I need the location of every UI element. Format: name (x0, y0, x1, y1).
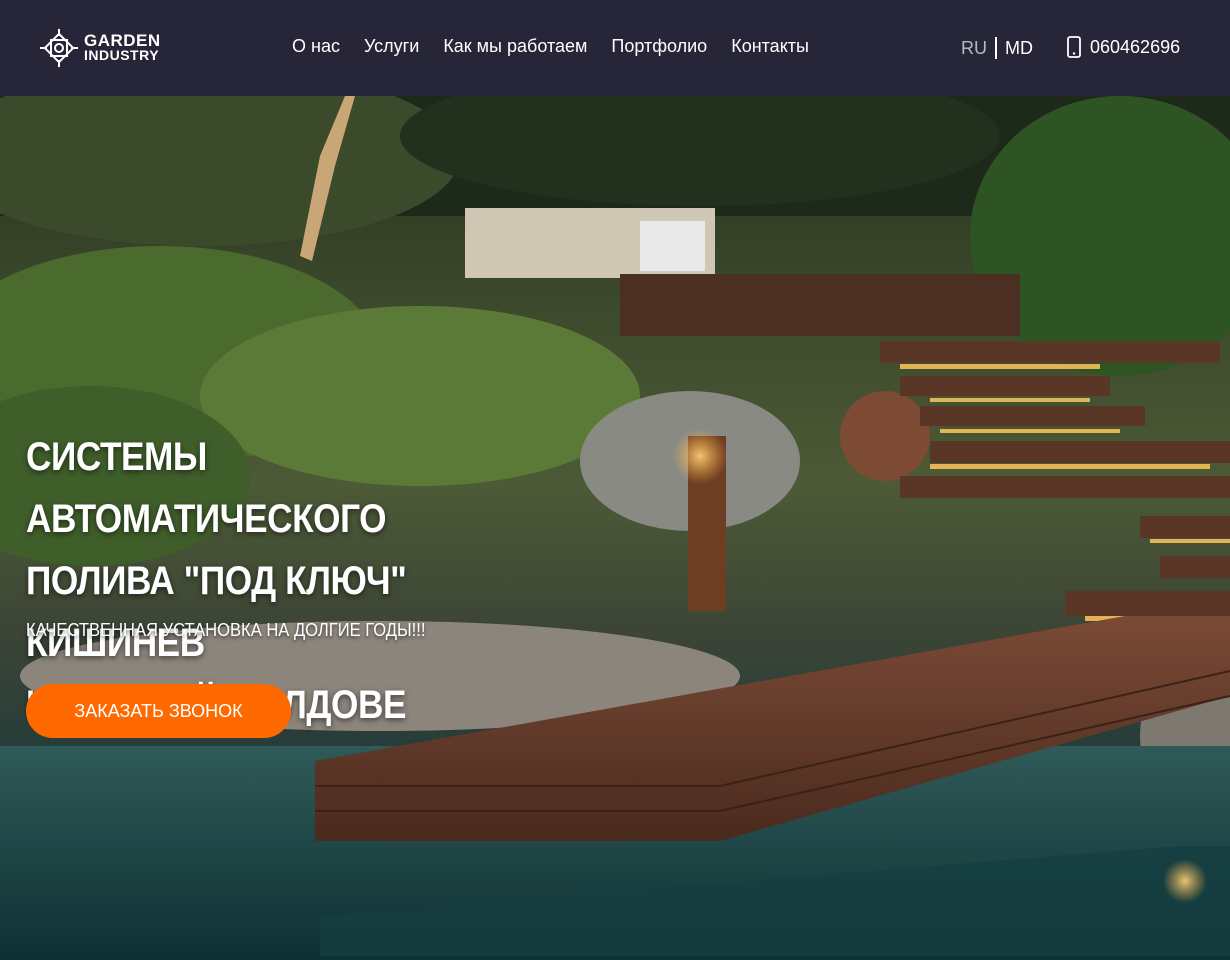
hero-title-line2: ПОЛИВА "ПОД КЛЮЧ" КИШИНЕВ (26, 559, 407, 665)
hero-subtitle: КАЧЕСТВЕННАЯ УСТАНОВКА НА ДОЛГИЕ ГОДЫ!!! (26, 620, 426, 640)
nav-how-we-work[interactable]: Как мы работаем (443, 36, 587, 57)
nav-services[interactable]: Услуги (364, 36, 419, 57)
main-nav: О нас Услуги Как мы работаем Портфолио К… (292, 36, 809, 57)
hero-section: СИСТЕМЫ АВТОМАТИЧЕСКОГО ПОЛИВА "ПОД КЛЮЧ… (0, 96, 1230, 960)
logo-icon (40, 29, 78, 67)
hero-title-line1: СИСТЕМЫ АВТОМАТИЧЕСКОГО (26, 435, 387, 541)
language-switcher: RU MD (961, 37, 1033, 59)
phone-number: 060462696 (1090, 36, 1181, 57)
mobile-phone-icon (1067, 36, 1081, 58)
lang-divider (995, 37, 997, 59)
lang-md[interactable]: MD (1005, 38, 1033, 59)
nav-contacts[interactable]: Контакты (731, 36, 809, 57)
garden-industry-logo[interactable]: GARDEN INDUSTRY (38, 27, 161, 69)
logo-text-garden: GARDEN (84, 31, 161, 50)
order-call-button[interactable]: ЗАКАЗАТЬ ЗВОНОК (26, 684, 291, 738)
logo-text-industry: INDUSTRY (84, 47, 160, 63)
site-header: GARDEN INDUSTRY О нас Услуги Как мы рабо… (0, 0, 1230, 96)
nav-portfolio[interactable]: Портфолио (611, 36, 707, 57)
phone-link[interactable]: 060462696 (1066, 36, 1180, 58)
lang-ru[interactable]: RU (961, 38, 987, 59)
nav-about[interactable]: О нас (292, 36, 340, 57)
